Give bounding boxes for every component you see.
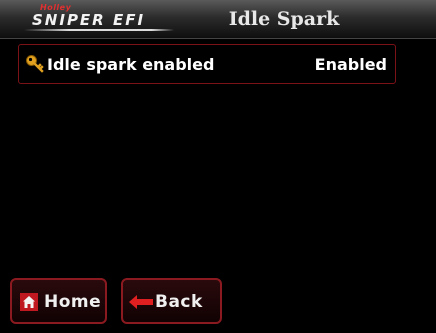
brand-underline — [24, 29, 174, 31]
setting-label: Idle spark enabled — [47, 55, 215, 74]
back-button[interactable]: Back — [121, 278, 222, 324]
key-icon — [26, 55, 44, 73]
back-button-label: Back — [155, 292, 203, 312]
home-icon — [20, 293, 38, 311]
setting-value: Enabled — [314, 55, 387, 74]
setting-row-idle-spark[interactable]: Idle spark enabled Enabled — [18, 44, 396, 84]
home-button-label: Home — [44, 292, 102, 312]
brand-logo: SNIPER EFI — [32, 11, 146, 29]
left-arrow-icon — [129, 295, 153, 309]
home-button[interactable]: Home — [10, 278, 107, 324]
page-title: Idle Spark — [228, 8, 340, 30]
title-bar: Holley SNIPER EFI Idle Spark — [0, 0, 436, 39]
